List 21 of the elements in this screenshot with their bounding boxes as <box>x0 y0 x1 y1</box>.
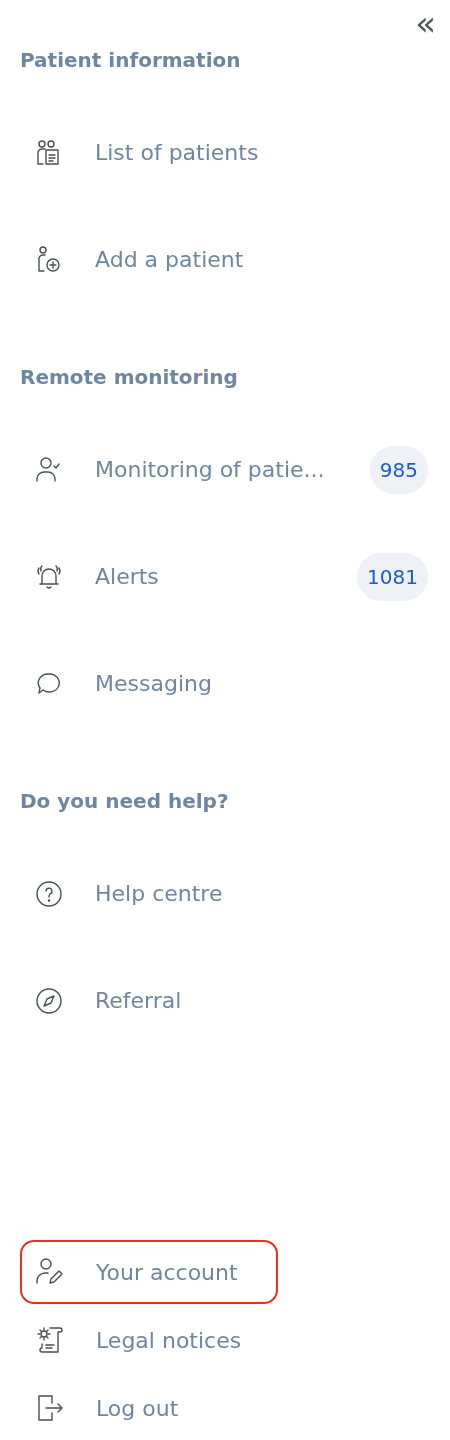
menu-item[interactable]: Log out <box>20 1376 278 1440</box>
menu-item[interactable]: Legal notices <box>20 1308 278 1372</box>
menu-item[interactable]: List of patients <box>0 99 450 206</box>
section-heading: Patient information <box>19 47 242 74</box>
section-heading: Do you need help? <box>19 788 230 815</box>
menu-item[interactable]: Alerts 1081 <box>0 523 450 630</box>
person-pencil-icon <box>35 1257 65 1287</box>
menu-item[interactable]: Help centre <box>0 840 450 947</box>
section-heading: Remote monitoring <box>19 364 239 391</box>
count-badge: 985 <box>369 445 428 494</box>
logout-icon <box>35 1393 65 1423</box>
menu-item[interactable]: Monitoring of patie... 985 <box>0 416 450 523</box>
count-badge: 1081 <box>357 552 428 601</box>
document-gear-icon <box>35 1325 65 1355</box>
help-icon <box>34 878 64 909</box>
menu-item[interactable]: Messaging <box>0 630 450 737</box>
collapse-button[interactable]: « <box>413 4 438 41</box>
menu-item[interactable]: Add a patient <box>0 206 450 313</box>
compass-icon <box>34 985 64 1016</box>
menu-item[interactable]: Referral <box>0 947 450 1054</box>
menu-item[interactable]: Your account <box>20 1240 278 1304</box>
